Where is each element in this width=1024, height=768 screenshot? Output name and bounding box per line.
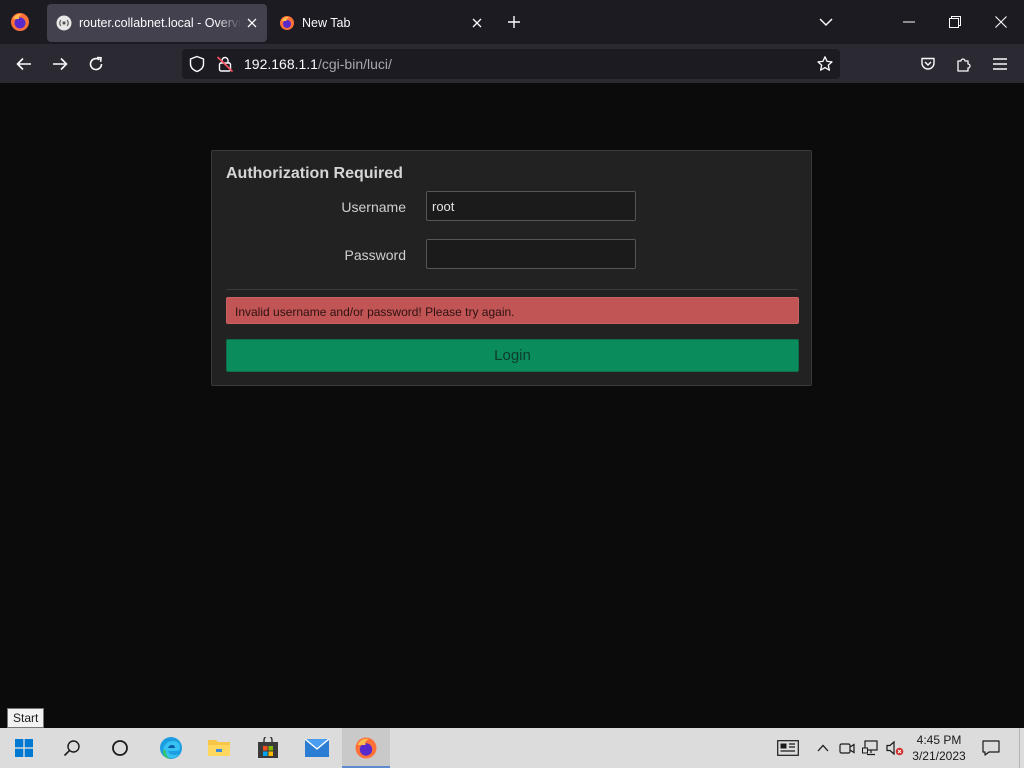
clock-time: 4:45 PM — [916, 733, 962, 747]
username-input[interactable] — [426, 191, 636, 221]
login-title: Authorization Required — [226, 165, 403, 182]
task-view-icon[interactable] — [96, 728, 144, 768]
restore-window-icon[interactable] — [932, 0, 978, 44]
list-all-tabs-chevron-icon[interactable] — [815, 11, 837, 33]
browser-tab-strip: router.collabnet.local - Overview New Ta… — [0, 0, 1024, 44]
login-button[interactable]: Login — [226, 339, 799, 372]
firefox-view-icon[interactable] — [9, 11, 31, 33]
search-icon[interactable] — [48, 728, 96, 768]
back-arrow-icon[interactable] — [10, 50, 38, 78]
password-input[interactable] — [426, 239, 636, 269]
edge-browser-icon[interactable] — [147, 728, 195, 768]
tab-title: New Tab — [302, 16, 351, 30]
reload-icon[interactable] — [82, 50, 110, 78]
new-tab-plus-icon[interactable] — [503, 11, 525, 33]
start-tooltip: Start — [7, 708, 45, 728]
bookmark-star-icon[interactable] — [814, 53, 836, 75]
system-clock[interactable]: 4:45 PM 3/21/2023 — [905, 732, 973, 764]
pocket-icon[interactable] — [914, 50, 942, 78]
navigation-toolbar: 192.168.1.1/cgi-bin/luci/ — [0, 44, 1024, 84]
divider — [226, 289, 798, 290]
taskbar: 4:45 PM 3/21/2023 — [0, 728, 1024, 768]
firefox-taskbar-icon[interactable] — [342, 728, 390, 768]
tab-router-overview[interactable]: router.collabnet.local - Overview — [47, 4, 267, 42]
tab-title: router.collabnet.local - Overview — [79, 16, 241, 30]
firefox-favicon-icon — [280, 16, 294, 30]
error-message: Invalid username and/or password! Please… — [226, 297, 799, 324]
username-label: Username — [341, 199, 406, 215]
tracking-protection-shield-icon[interactable] — [188, 55, 206, 73]
meet-now-icon[interactable] — [837, 738, 857, 758]
notification-center-icon[interactable] — [977, 736, 1005, 760]
url-text[interactable]: 192.168.1.1/cgi-bin/luci/ — [244, 56, 392, 72]
url-host: 192.168.1.1 — [244, 56, 318, 72]
url-bar[interactable]: 192.168.1.1/cgi-bin/luci/ — [182, 49, 840, 79]
volume-muted-icon[interactable] — [885, 738, 905, 758]
password-label: Password — [344, 247, 406, 263]
network-icon[interactable] — [861, 738, 881, 758]
forward-arrow-icon[interactable] — [46, 50, 74, 78]
microsoft-store-icon[interactable] — [244, 728, 292, 768]
file-explorer-folder-icon[interactable] — [195, 728, 243, 768]
page-content: Authorization Required Username Password… — [0, 85, 1024, 728]
show-desktop-button[interactable] — [1019, 728, 1024, 768]
router-favicon-icon — [56, 15, 72, 31]
extensions-puzzle-icon[interactable] — [950, 50, 978, 78]
url-path: /cgi-bin/luci/ — [317, 56, 392, 72]
news-widget-icon[interactable] — [776, 738, 800, 758]
clock-date: 3/21/2023 — [912, 749, 966, 763]
close-tab-icon[interactable] — [241, 12, 263, 34]
tab-new-tab[interactable]: New Tab — [270, 4, 492, 42]
hamburger-menu-icon[interactable] — [986, 50, 1014, 78]
minimize-window-icon[interactable] — [886, 0, 932, 44]
mail-icon[interactable] — [293, 728, 341, 768]
chevron-up-icon[interactable] — [813, 738, 833, 758]
close-window-icon[interactable] — [978, 0, 1024, 44]
login-panel: Authorization Required Username Password… — [211, 150, 812, 386]
screen: router.collabnet.local - Overview New Ta… — [0, 0, 1024, 768]
start-windows-icon[interactable] — [0, 728, 48, 768]
close-tab-icon[interactable] — [466, 12, 488, 34]
insecure-lock-icon[interactable] — [216, 55, 234, 73]
